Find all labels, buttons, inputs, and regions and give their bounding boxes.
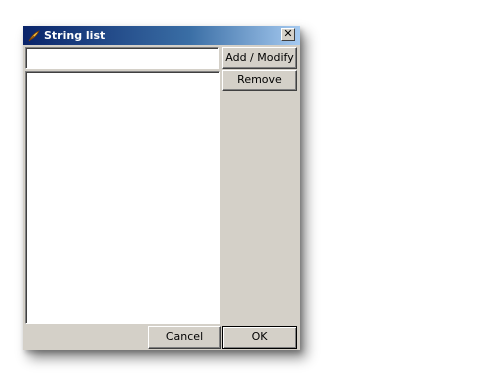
window-title: String list bbox=[44, 29, 106, 42]
add-modify-button[interactable]: Add / Modify bbox=[222, 47, 297, 69]
string-list-dialog: String list ✕ Add / Modify Remove Cancel… bbox=[23, 26, 300, 350]
close-button[interactable]: ✕ bbox=[281, 28, 295, 41]
app-feather-icon bbox=[27, 28, 41, 42]
close-icon: ✕ bbox=[283, 27, 293, 40]
string-list-box[interactable] bbox=[25, 71, 220, 324]
title-bar[interactable]: String list ✕ bbox=[23, 26, 300, 45]
remove-button[interactable]: Remove bbox=[222, 70, 297, 91]
string-input[interactable] bbox=[25, 47, 219, 69]
ok-button[interactable]: OK bbox=[222, 326, 297, 349]
cancel-button[interactable]: Cancel bbox=[148, 326, 221, 349]
